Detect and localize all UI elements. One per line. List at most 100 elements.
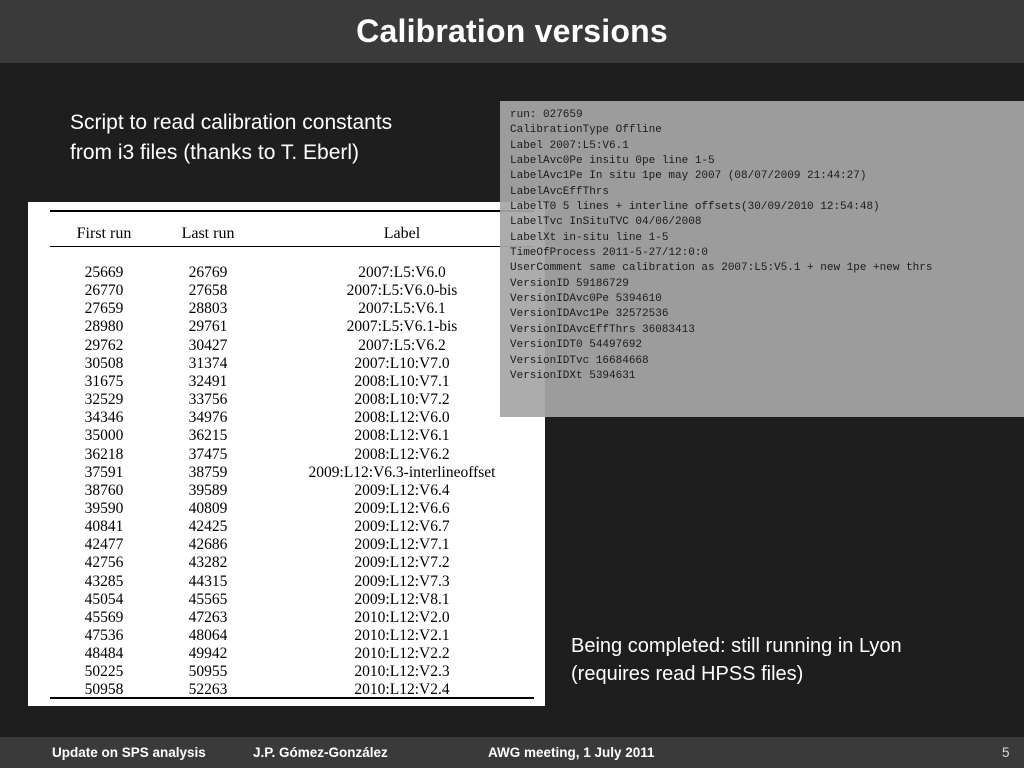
label-cell: 2009:L12:V7.1	[354, 536, 450, 554]
label-cell: 2007:L10:V7.0	[354, 354, 450, 372]
calibration-output-panel: run: 027659 CalibrationType Offline Label …	[500, 101, 1024, 417]
last-run-cell: 29761	[188, 318, 228, 336]
first-run-cell: 29762	[84, 336, 124, 354]
first-run-cell: 31675	[84, 372, 124, 390]
code-line: LabelXt in-situ line 1-5	[510, 231, 669, 244]
first-run-cell: 47536	[84, 627, 124, 644]
first-run-cell: 45054	[84, 590, 124, 608]
code-line: CalibrationType Offline	[510, 124, 662, 137]
code-line: TimeOfProcess 2011-5-27/12:0:0	[510, 247, 709, 260]
first-run-cell: 27659	[84, 300, 124, 318]
last-run-cell: 27658	[188, 282, 228, 300]
label-cell: 2008:L12:V6.2	[354, 445, 450, 463]
label-cell: 2007:L5:V6.2	[358, 336, 446, 354]
slide-title: Calibration versions	[356, 13, 668, 49]
first-run-cell: 45569	[84, 608, 124, 626]
first-run-cell: 38760	[84, 481, 124, 499]
last-run-cell: 42686	[188, 536, 228, 554]
last-run-cell: 32491	[188, 372, 228, 390]
last-run-cell: 44315	[188, 572, 228, 590]
label-cell: 2009:L12:V6.3-interlineoffset	[308, 463, 496, 481]
page-number: 5	[1002, 745, 1010, 760]
label-cell: 2008:L12:V6.1	[354, 427, 450, 445]
last-run-cell: 50955	[188, 663, 228, 681]
last-run-cell: 38759	[188, 463, 228, 481]
intro-line-2: from i3 files (thanks to T. Eberl)	[70, 141, 360, 164]
first-run-cell: 50225	[84, 663, 124, 681]
last-run-cell: 34976	[188, 409, 228, 427]
code-line: LabelTvc InSituTVC 04/06/2008	[510, 216, 702, 229]
code-line: VersionIDAvc1Pe 32572536	[510, 308, 669, 321]
label-cell: 2009:L12:V7.2	[354, 554, 450, 572]
table-bottom-rule	[50, 697, 534, 699]
code-line: run: 027659	[510, 109, 583, 121]
label-cell: 2009:L12:V7.3	[354, 572, 450, 590]
first-run-cell: 30508	[84, 354, 124, 372]
code-line: LabelT0 5 lines + interline offsets(30/0…	[510, 201, 880, 214]
label-cell: 2007:L5:V6.0-bis	[346, 282, 458, 300]
code-line: VersionIDXt 5394631	[510, 369, 636, 382]
first-run-cell: 43285	[84, 572, 124, 590]
last-run-cell: 26769	[188, 264, 228, 281]
last-run-cell: 31374	[188, 354, 228, 372]
last-run-cell: 42425	[188, 518, 228, 536]
label-cell: 2010:L12:V2.2	[354, 645, 450, 663]
label-cell: 2008:L10:V7.1	[354, 372, 450, 390]
last-run-cell: 49942	[188, 645, 228, 663]
first-run-cell: 28980	[84, 318, 124, 336]
intro-text: Script to read calibration constants fro…	[70, 108, 490, 168]
first-run-cell: 48484	[84, 645, 124, 663]
first-run-cell: 42756	[84, 554, 124, 572]
code-line: VersionID 59186729	[510, 277, 629, 290]
code-line: LabelAvcEffThrs	[510, 185, 610, 198]
last-run-cell: 30427	[188, 336, 228, 354]
label-cell: 2009:L12:V8.1	[354, 590, 450, 608]
first-run-cell: 26770	[84, 282, 124, 300]
last-run-cell: 40809	[188, 499, 228, 517]
first-run-cell: 32529	[84, 391, 124, 409]
code-line: LabelAvc0Pe insitu 0pe line 1-5	[510, 155, 715, 168]
last-run-cell: 39589	[188, 481, 228, 499]
code-line: VersionIDT0 54497692	[510, 339, 643, 352]
code-line: VersionIDAvc0Pe 5394610	[510, 293, 662, 306]
table-body: 25669 26769 2007:L5:V6.0 26770 27658 2007:L5:…	[28, 202, 545, 706]
label-cell: 2010:L12:V2.1	[354, 627, 450, 644]
last-run-cell: 37475	[188, 445, 228, 463]
code-line: VersionIDAvcEffThrs 36083413	[510, 323, 695, 336]
first-run-cell: 25669	[84, 264, 124, 281]
label-cell: 2008:L10:V7.2	[354, 391, 450, 409]
slide-header: Calibration versions	[0, 0, 1024, 63]
code-line: UserComment same calibration as 2007:L5:…	[510, 262, 933, 275]
last-run-cell: 47263	[188, 608, 228, 626]
last-run-cell: 28803	[188, 300, 228, 318]
label-cell: 2010:L12:V2.0	[354, 608, 450, 626]
footer-talk-title: Update on SPS analysis	[52, 745, 206, 760]
first-run-cell: 36218	[84, 445, 124, 463]
label-cell: 2007:L5:V6.1	[358, 300, 446, 318]
label-cell: 2009:L12:V6.7	[354, 518, 450, 536]
label-cell: 2008:L12:V6.0	[354, 409, 450, 427]
slide-footer: Update on SPS analysis J.P. Gómez-Gonzál…	[0, 737, 1024, 768]
first-run-cell: 39590	[84, 499, 124, 517]
code-line: Label 2007:L5:V6.1	[510, 139, 629, 152]
last-run-cell: 48064	[188, 627, 228, 644]
last-run-cell: 36215	[188, 427, 228, 445]
calibration-table: First run Last run Label 25669 26769 2007:…	[28, 202, 545, 706]
status-text: Being completed: still running in Lyon (…	[571, 632, 991, 688]
first-run-cell: 40841	[84, 518, 124, 536]
first-run-cell: 35000	[84, 427, 124, 445]
first-run-cell: 34346	[84, 409, 124, 427]
label-cell: 2007:L5:V6.0	[358, 264, 446, 281]
status-line-2: (requires read HPSS files)	[571, 663, 804, 685]
status-line-1: Being completed: still running in Lyon	[571, 635, 902, 657]
label-cell: 2010:L12:V2.3	[354, 663, 450, 681]
footer-meeting: AWG meeting, 1 July 2011	[488, 745, 655, 760]
label-cell: 2009:L12:V6.6	[354, 499, 450, 517]
footer-author: J.P. Gómez-González	[253, 745, 388, 760]
label-cell: 2009:L12:V6.4	[354, 481, 450, 499]
last-run-cell: 43282	[188, 554, 228, 572]
intro-line-1: Script to read calibration constants	[70, 111, 393, 134]
code-line: LabelAvc1Pe In situ 1pe may 2007 (08/07/…	[510, 170, 867, 183]
label-cell: 2007:L5:V6.1-bis	[346, 318, 458, 336]
first-run-cell: 42477	[84, 536, 124, 554]
